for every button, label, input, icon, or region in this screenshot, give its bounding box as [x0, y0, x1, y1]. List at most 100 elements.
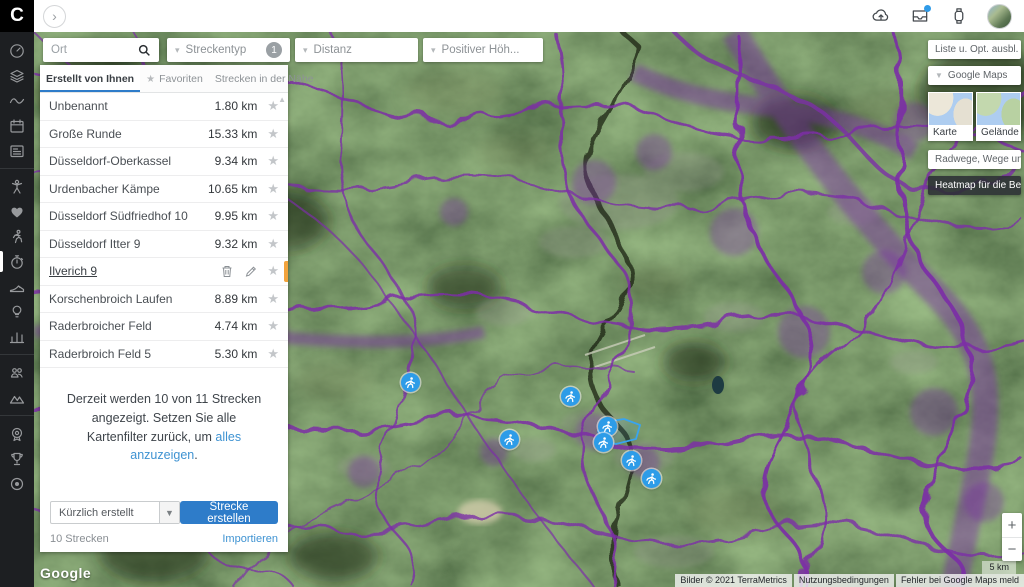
selected-indicator-bar [284, 261, 288, 282]
layers-icon[interactable] [0, 63, 34, 88]
favorite-star-icon[interactable]: ★ [267, 153, 279, 169]
create-route-button[interactable]: Strecke erstellen [180, 501, 278, 524]
tab-favorites[interactable]: ★Favoriten [140, 65, 209, 92]
tab-nearby-routes[interactable]: Strecken in der Nähe [209, 65, 320, 92]
route-distance: 4.74 km [215, 319, 258, 333]
attribution-terms-link[interactable]: Nutzungsbedingungen [794, 574, 894, 587]
route-name[interactable]: Korschenbroich Laufen [49, 292, 209, 306]
favorite-star-icon[interactable]: ★ [267, 318, 279, 334]
route-marker[interactable] [500, 430, 519, 449]
newsfeed-icon[interactable] [0, 138, 34, 163]
route-row[interactable]: Urdenbacher Kämpe10.65 km★ [40, 176, 288, 204]
calendar-icon[interactable] [0, 113, 34, 138]
reports-barchart-icon[interactable] [0, 324, 34, 349]
profile-avatar[interactable] [987, 4, 1012, 29]
nav-divider [0, 354, 34, 355]
route-row[interactable]: Ilverich 9 ★ [40, 258, 288, 286]
badges-icon[interactable] [0, 421, 34, 446]
route-row[interactable]: Raderbroicher Feld 4.74 km ★ [40, 313, 288, 341]
training-person-icon[interactable] [0, 174, 34, 199]
tab-label: Erstellt von Ihnen [46, 73, 134, 85]
route-name[interactable]: Urdenbacher Kämpe [49, 182, 202, 196]
heatmap-toggle-button[interactable]: Heatmap für die Belie... ✓ [928, 176, 1021, 195]
star-icon: ★ [146, 74, 155, 85]
route-marker[interactable] [642, 469, 661, 488]
route-row[interactable]: Große Runde15.33 km★ [40, 121, 288, 149]
route-row[interactable]: Düsseldorf Südfriedhof 109.95 km★ [40, 203, 288, 231]
location-search-chip[interactable] [43, 38, 159, 62]
elevation-filter[interactable]: ▾ Positiver Höh... [423, 38, 543, 62]
expand-sidebar-button[interactable]: › [43, 5, 66, 28]
route-row[interactable]: Düsseldorf Itter 99.32 km★ [40, 231, 288, 259]
favorite-star-icon[interactable]: ★ [267, 208, 279, 224]
dashboard-icon[interactable] [0, 38, 34, 63]
activity-wave-icon[interactable] [0, 88, 34, 113]
favorite-star-icon[interactable]: ★ [267, 263, 279, 279]
chevron-down-icon: ▾ [175, 45, 180, 56]
attribution-report-link[interactable]: Fehler bei Google Maps meld [896, 574, 1024, 587]
route-type-filter[interactable]: ▾ Streckentyp 1 [167, 38, 290, 62]
favorite-star-icon[interactable]: ★ [267, 126, 279, 142]
health-heart-icon[interactable] [0, 199, 34, 224]
favorite-star-icon[interactable]: ★ [267, 181, 279, 197]
notice-suffix: . [194, 448, 197, 462]
route-name[interactable]: Düsseldorf Itter 9 [49, 237, 209, 251]
route-marker[interactable] [401, 373, 420, 392]
favorite-star-icon[interactable]: ★ [267, 236, 279, 252]
route-marker[interactable] [594, 433, 613, 452]
runner-icon [597, 436, 610, 449]
hide-list-label: Liste u. Opt. ausbl. [935, 44, 1018, 55]
map-type-gelaende[interactable]: Gelände [976, 92, 1021, 141]
map-type-karte[interactable]: Karte [928, 92, 973, 141]
inbox-icon[interactable] [909, 5, 931, 27]
groups-icon[interactable] [0, 360, 34, 385]
map-provider-dropdown[interactable]: ▼ Google Maps [928, 66, 1021, 85]
paths-toggle-button[interactable]: Radwege, Wege und Pfade [928, 150, 1021, 169]
search-input[interactable] [51, 44, 138, 56]
route-row[interactable]: Unbenannt1.80 km★ [40, 93, 288, 121]
header-actions [870, 4, 1024, 29]
sort-dropdown[interactable]: Kürzlich erstellt ▼ [50, 501, 180, 524]
scrollbar-up-arrow[interactable]: ▲ [278, 95, 286, 104]
gear-shoe-icon[interactable] [0, 274, 34, 299]
hide-list-button[interactable]: Liste u. Opt. ausbl. [928, 40, 1021, 59]
courses-stopwatch-icon[interactable] [0, 249, 34, 274]
search-icon[interactable] [138, 44, 151, 57]
insights-bulb-icon[interactable] [0, 299, 34, 324]
route-name[interactable]: Düsseldorf Südfriedhof 10 [49, 209, 209, 223]
zoom-in-button[interactable]: + [1002, 513, 1022, 537]
route-name[interactable]: Düsseldorf-Oberkassel [49, 154, 209, 168]
heatmap-label: Heatmap für die Belie... [935, 180, 1021, 191]
route-name[interactable]: Raderbroicher Feld [49, 319, 209, 333]
favorite-star-icon[interactable]: ★ [267, 291, 279, 307]
running-icon[interactable] [0, 224, 34, 249]
route-name[interactable]: Große Runde [49, 127, 202, 141]
edit-icon[interactable] [245, 265, 257, 278]
nav-divider [0, 168, 34, 169]
route-name[interactable]: Raderbroich Feld 5 [49, 347, 209, 361]
route-name[interactable]: Unbenannt [49, 99, 209, 113]
route-marker[interactable] [622, 451, 641, 470]
device-watch-icon[interactable] [948, 5, 970, 27]
challenges-trophy-icon[interactable] [0, 446, 34, 471]
distance-filter[interactable]: ▾ Distanz [295, 38, 418, 62]
goals-target-icon[interactable] [0, 471, 34, 496]
route-row[interactable]: Düsseldorf-Oberkassel9.34 km★ [40, 148, 288, 176]
garmin-connect-logo[interactable]: C [0, 0, 34, 32]
favorite-star-icon[interactable]: ★ [267, 346, 279, 362]
zoom-controls: + − [1002, 513, 1022, 561]
import-link[interactable]: Importieren [222, 533, 278, 545]
route-row[interactable]: Korschenbroich Laufen8.89 km★ [40, 286, 288, 314]
segments-mountain-icon[interactable] [0, 385, 34, 410]
zoom-out-button[interactable]: − [1002, 537, 1022, 561]
map-type-label: Karte [929, 125, 972, 140]
route-row[interactable]: Raderbroich Feld 55.30 km★ [40, 341, 288, 369]
tab-created-by-you[interactable]: Erstellt von Ihnen [40, 65, 140, 92]
upload-cloud-icon[interactable] [870, 5, 892, 27]
chevron-down-icon: ▼ [159, 502, 179, 523]
route-name[interactable]: Ilverich 9 [49, 264, 215, 278]
panel-footer: 10 Strecken Importieren [40, 530, 288, 552]
map-scale: 5 km [982, 561, 1016, 574]
route-marker[interactable] [561, 387, 580, 406]
delete-icon[interactable] [221, 265, 233, 278]
